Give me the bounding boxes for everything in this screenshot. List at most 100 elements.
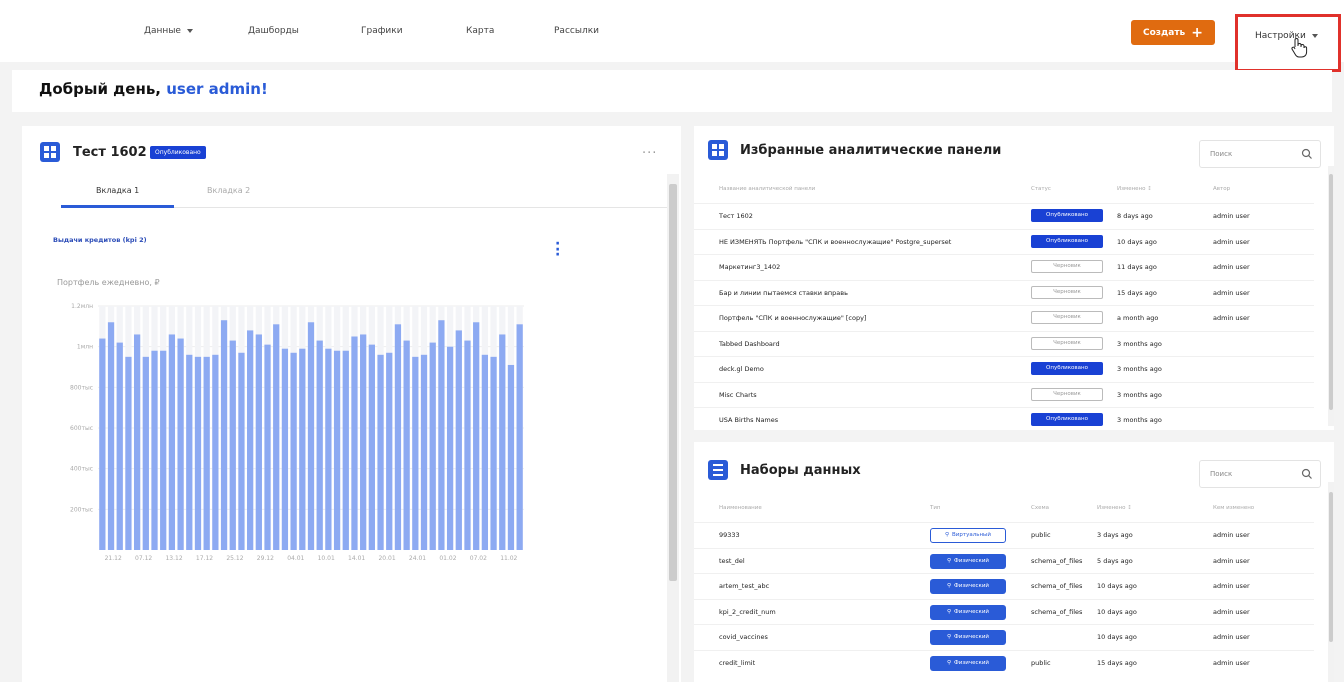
table-row[interactable]: Маркетинг3_1402 Черновик 11 days ago admin … bbox=[694, 254, 1314, 280]
author-cell: admin user bbox=[1213, 288, 1250, 297]
bar bbox=[446, 346, 454, 550]
y-tick-label: 600тыс bbox=[70, 425, 93, 432]
table-row[interactable]: deck.gl Demo Опубликовано 3 months ago bbox=[694, 356, 1314, 382]
tab-1[interactable]: Вкладка 1 bbox=[96, 186, 139, 195]
search-icon bbox=[1301, 148, 1312, 159]
modified-by-cell: admin user bbox=[1213, 658, 1250, 667]
favorites-search-input[interactable]: Поиск bbox=[1199, 140, 1321, 168]
dataset-type-label: Физический bbox=[954, 557, 989, 564]
dataset-name-link[interactable]: kpi_2_credit_num bbox=[719, 608, 776, 616]
greeting-user: user admin! bbox=[166, 80, 268, 98]
nav-data[interactable]: Данные bbox=[144, 26, 193, 36]
dashboard-name-link[interactable]: НЕ ИЗМЕНЯТЬ Портфель "СПК и военнослужащ… bbox=[719, 238, 951, 246]
dataset-type-badge: ⚲ Физический bbox=[930, 630, 1006, 645]
dashboard-name-link[interactable]: deck.gl Demo bbox=[719, 365, 764, 373]
more-options-icon[interactable]: ··· bbox=[642, 146, 657, 161]
status-badge: Опубликовано bbox=[150, 146, 206, 159]
create-button[interactable]: Создать + bbox=[1131, 20, 1215, 45]
x-tick-label: 25.12 bbox=[226, 555, 243, 562]
tab-2[interactable]: Вкладка 2 bbox=[207, 186, 250, 195]
chart-title[interactable]: Выдачи кредитов (kpi 2) bbox=[53, 236, 147, 244]
create-label: Создать bbox=[1142, 27, 1186, 38]
bar bbox=[212, 354, 219, 550]
table-row[interactable]: credit_limit ⚲ Физический public 15 days ago… bbox=[694, 649, 1314, 676]
col-name[interactable]: Наименование bbox=[719, 505, 762, 511]
bar bbox=[107, 322, 115, 550]
dashboard-icon bbox=[40, 142, 60, 162]
bar bbox=[194, 356, 202, 550]
col-modified-label: Изменено bbox=[1117, 186, 1146, 192]
virtual-icon: ⚲ bbox=[945, 532, 950, 538]
table-row[interactable]: НЕ ИЗМЕНЯТЬ Портфель "СПК и военнослужащ… bbox=[694, 228, 1314, 255]
bar bbox=[481, 354, 489, 550]
scrollbar-thumb[interactable] bbox=[1329, 492, 1333, 642]
dashboard-name-link[interactable]: Тест 1602 bbox=[719, 212, 753, 220]
table-row[interactable]: USA Births Names Опубликовано 3 months ago bbox=[694, 407, 1314, 433]
bar bbox=[133, 334, 141, 550]
table-row[interactable]: test_del ⚲ Физический schema_of_files 5 days… bbox=[694, 547, 1314, 574]
modified-cell: 5 days ago bbox=[1097, 556, 1133, 565]
dataset-type-label: Виртуальный bbox=[952, 532, 991, 538]
dashboard-name-link[interactable]: Tabbed Dashboard bbox=[719, 340, 780, 348]
x-tick-label: 24.01 bbox=[409, 555, 426, 562]
bar bbox=[403, 340, 410, 550]
modified-by-cell: admin user bbox=[1213, 531, 1250, 539]
dataset-name-link[interactable]: artem_test_abc bbox=[719, 582, 769, 590]
favorite-dashboards-card: Избранные аналитические панели Поиск Наз… bbox=[694, 126, 1334, 430]
nav-charts[interactable]: Графики bbox=[361, 26, 403, 36]
settings-menu[interactable]: Настройки bbox=[1235, 14, 1341, 72]
scrollbar[interactable] bbox=[1328, 482, 1334, 682]
table-row[interactable]: covid_vaccines ⚲ Физический 10 days ago admi… bbox=[694, 624, 1314, 650]
scrollbar-thumb[interactable] bbox=[669, 184, 677, 581]
col-status[interactable]: Статус bbox=[1031, 186, 1051, 192]
dataset-type-label: Физический bbox=[954, 659, 989, 666]
bar bbox=[273, 324, 280, 550]
plus-icon: + bbox=[1191, 24, 1203, 41]
bar bbox=[386, 352, 393, 550]
col-schema[interactable]: Схема bbox=[1031, 505, 1049, 511]
table-row[interactable]: Tabbed Dashboard Черновик 3 months ago bbox=[694, 330, 1314, 357]
nav-dashboards[interactable]: Дашборды bbox=[248, 26, 299, 36]
dashboard-name-link[interactable]: Маркетинг3_1402 bbox=[719, 263, 780, 271]
nav-map[interactable]: Карта bbox=[466, 26, 494, 36]
bar bbox=[351, 336, 358, 550]
favorites-title: Избранные аналитические панели bbox=[740, 143, 1002, 158]
dataset-name-link[interactable]: covid_vaccines bbox=[719, 633, 768, 641]
nav-data-label: Данные bbox=[144, 26, 181, 36]
col-modified[interactable]: Изменено ↕ bbox=[1117, 186, 1152, 192]
nav-mailings[interactable]: Рассылки bbox=[554, 26, 599, 36]
dashboard-title[interactable]: Тест 1602 bbox=[73, 145, 147, 160]
dashboard-name-link[interactable]: USA Births Names bbox=[719, 416, 778, 424]
col-author[interactable]: Автор bbox=[1213, 186, 1230, 192]
table-row[interactable]: artem_test_abc ⚲ Физический schema_of_files… bbox=[694, 573, 1314, 599]
col-type[interactable]: Тип bbox=[930, 505, 941, 511]
scrollbar[interactable] bbox=[1328, 166, 1334, 426]
chart-menu-icon[interactable]: · · · bbox=[555, 237, 560, 262]
col-modified[interactable]: Изменено ↕ bbox=[1097, 505, 1132, 511]
y-tick-label: 1.2млн bbox=[71, 303, 93, 310]
scrollbar[interactable] bbox=[667, 174, 679, 682]
dashboard-name-link[interactable]: Misc Charts bbox=[719, 391, 757, 399]
status-badge: Опубликовано bbox=[1031, 362, 1103, 375]
dataset-name-link[interactable]: 99333 bbox=[719, 531, 740, 539]
dashboard-name-link[interactable]: Портфель "СПК и военнослужащие" [copy] bbox=[719, 314, 866, 322]
table-row[interactable]: kpi_2_credit_num ⚲ Физический schema_of_fil… bbox=[694, 598, 1314, 625]
dataset-type-label: Физический bbox=[954, 634, 989, 640]
y-tick-label: 200тыс bbox=[70, 506, 93, 513]
scrollbar-thumb[interactable] bbox=[1329, 174, 1333, 410]
table-row[interactable]: 99333 ⚲ Виртуальный public 3 days ago admin u… bbox=[694, 522, 1314, 548]
bar bbox=[220, 320, 228, 550]
bar bbox=[490, 356, 497, 550]
table-row[interactable]: Портфель "СПК и военнослужащие" [copy] Че… bbox=[694, 305, 1314, 331]
bar bbox=[264, 344, 271, 550]
col-name[interactable]: Название аналитической панели bbox=[719, 186, 815, 192]
bar bbox=[438, 320, 445, 550]
col-modified-by[interactable]: Кем изменено bbox=[1213, 505, 1254, 511]
dataset-name-link[interactable]: credit_limit bbox=[719, 659, 755, 667]
table-row[interactable]: Бар и линии пытаемся ставки вправь Чернов… bbox=[694, 279, 1314, 306]
table-row[interactable]: Тест 1602 Опубликовано 8 days ago admin use… bbox=[694, 203, 1314, 229]
datasets-search-input[interactable]: Поиск bbox=[1199, 460, 1321, 488]
table-row[interactable]: Misc Charts Черновик 3 months ago bbox=[694, 381, 1314, 408]
dashboard-name-link[interactable]: Бар и линии пытаемся ставки вправь bbox=[719, 289, 848, 297]
dataset-name-link[interactable]: test_del bbox=[719, 557, 745, 565]
